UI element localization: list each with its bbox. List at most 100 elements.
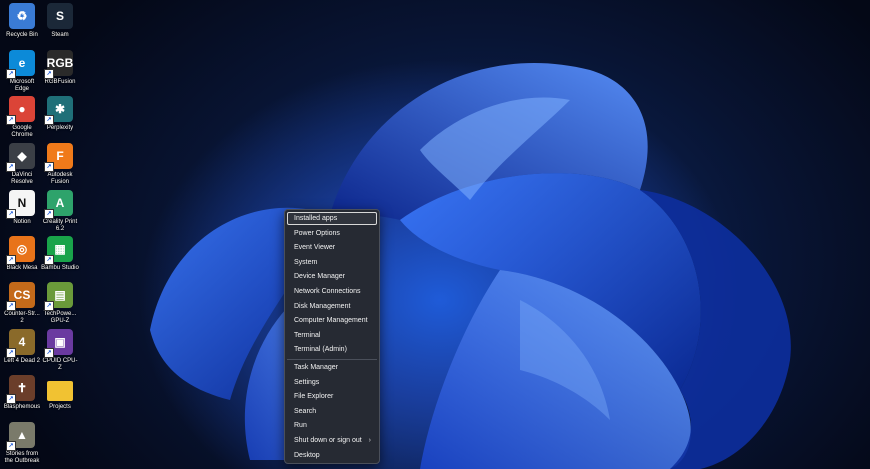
menu-item-label: Terminal (Admin) xyxy=(294,346,347,354)
menu-item-search[interactable]: Search xyxy=(287,405,377,418)
menu-item-disk-management[interactable]: Disk Management xyxy=(287,300,377,313)
shortcut-arrow-icon: ↗ xyxy=(6,69,16,79)
winx-context-menu: Installed apps Power Options Event Viewer S… xyxy=(284,209,380,464)
menu-item-label: Terminal xyxy=(294,331,321,339)
rgbfusion-icon: RGB ↗ xyxy=(44,50,73,79)
menu-item-shut-down-or-sign-out[interactable]: Shut down or sign out › xyxy=(287,434,377,447)
menu-item-label: Disk Management xyxy=(294,302,351,310)
desktop-icon-autodesk-fusion[interactable]: F ↗ Autodesk Fusion xyxy=(41,143,79,186)
counter-strike-2-icon: CS ↗ xyxy=(6,282,35,311)
desktop-icon-microsoft-edge[interactable]: e ↗ Microsoft Edge xyxy=(3,50,41,93)
desktop-icon-stories-from-the-outbreak[interactable]: ▲ ↗ Stories from the Outbreak xyxy=(3,422,41,465)
shortcut-arrow-icon: ↗ xyxy=(44,69,54,79)
menu-item-file-explorer[interactable]: File Explorer xyxy=(287,390,377,403)
menu-item-label: Shut down or sign out xyxy=(294,437,362,444)
stories-from-the-outbreak-icon: ▲ ↗ xyxy=(6,422,35,451)
shortcut-arrow-icon: ↗ xyxy=(6,255,16,265)
desktop-icon-label: Stories from the Outbreak xyxy=(4,451,40,464)
menu-item-label: File Explorer xyxy=(294,393,334,401)
shortcut-arrow-icon: ↗ xyxy=(6,301,16,311)
menu-item-computer-management[interactable]: Computer Management xyxy=(287,314,377,327)
notion-icon: N ↗ xyxy=(6,190,35,219)
desktop-icon-blasphemous[interactable]: ✝ ↗ Blasphemous xyxy=(3,375,41,411)
shortcut-arrow-icon: ↗ xyxy=(6,162,16,172)
desktop-icon-label: Black Mesa xyxy=(6,265,38,271)
desktop-icon-label: Autodesk Fusion xyxy=(47,172,73,185)
desktop-icon-perplexity[interactable]: ✱ ↗ Perplexity xyxy=(41,96,79,132)
menu-item-terminal[interactable]: Terminal xyxy=(287,329,377,342)
desktop-icon-steam[interactable]: S Steam xyxy=(41,3,79,39)
menu-item-event-viewer[interactable]: Event Viewer xyxy=(287,241,377,254)
desktop-icon-label: Left 4 Dead 2 xyxy=(3,358,41,364)
shortcut-arrow-icon: ↗ xyxy=(44,255,54,265)
menu-item-label: Desktop xyxy=(294,451,320,459)
google-chrome-icon: ● ↗ xyxy=(6,96,35,125)
menu-item-power-options[interactable]: Power Options xyxy=(287,227,377,240)
menu-item-terminal-admin[interactable]: Terminal (Admin) xyxy=(287,343,377,356)
desktop-icon-label: Notion xyxy=(13,219,31,225)
autodesk-fusion-icon: F ↗ xyxy=(44,143,73,172)
desktop-icon-label: Bambu Studio xyxy=(41,265,79,271)
desktop-icon-google-chrome[interactable]: ● ↗ Google Chrome xyxy=(3,96,41,139)
menu-item-label: Power Options xyxy=(294,229,340,237)
desktop-icon-davinci-resolve[interactable]: ◆ ↗ DaVinci Resolve xyxy=(3,143,41,186)
desktop-icon-creality-print[interactable]: A ↗ Creality Print 6.2 xyxy=(41,190,79,233)
menu-item-label: Network Connections xyxy=(294,288,361,295)
black-mesa-icon: ◎ ↗ xyxy=(6,236,35,265)
desktop-icon-rgbfusion[interactable]: RGB ↗ RGBFusion xyxy=(41,50,79,86)
wallpaper-bloom xyxy=(150,63,791,469)
menu-item-device-manager[interactable]: Device Manager xyxy=(287,270,377,283)
left-4-dead-2-icon: 4 ↗ xyxy=(6,329,35,358)
shortcut-arrow-icon: ↗ xyxy=(6,348,16,358)
techpowerup-gpu-z-icon: ▤ ↗ xyxy=(44,282,73,311)
shortcut-arrow-icon: ↗ xyxy=(44,301,54,311)
desktop-icon-label: DaVinci Resolve xyxy=(11,172,33,185)
menu-item-installed-apps[interactable]: Installed apps xyxy=(287,212,377,225)
desktop-icon-counter-strike-2[interactable]: CS ↗ Counter-Str... 2 xyxy=(3,282,41,325)
menu-item-label: System xyxy=(294,258,318,266)
desktop-icon-label: Creality Print 6.2 xyxy=(42,219,78,232)
menu-item-task-manager[interactable]: Task Manager xyxy=(287,361,377,374)
desktop-icon-cpuid-cpu-z[interactable]: ▣ ↗ CPUID CPU-Z xyxy=(41,329,79,372)
microsoft-edge-icon: e ↗ xyxy=(6,50,35,79)
desktop-icon-recycle-bin[interactable]: ♻ Recycle Bin xyxy=(3,3,41,39)
shortcut-arrow-icon: ↗ xyxy=(44,348,54,358)
desktop-icon-techpowerup-gpu-z[interactable]: ▤ ↗ TechPowe... GPU-Z xyxy=(41,282,79,325)
desktop-icon-bambu-studio[interactable]: ▦ ↗ Bambu Studio xyxy=(41,236,79,272)
shortcut-arrow-icon: ↗ xyxy=(44,209,54,219)
menu-separator xyxy=(287,359,377,360)
creality-print-icon: A ↗ xyxy=(44,190,73,219)
desktop-icon-projects[interactable]: Projects xyxy=(41,375,79,411)
shortcut-arrow-icon: ↗ xyxy=(44,115,54,125)
projects-icon xyxy=(47,381,73,401)
menu-item-run[interactable]: Run xyxy=(287,419,377,432)
desktop-icon-label: Microsoft Edge xyxy=(9,79,35,92)
desktop-icon-label: Perplexity xyxy=(46,125,74,131)
menu-item-label: Device Manager xyxy=(294,273,345,281)
cpuid-cpu-z-icon: ▣ ↗ xyxy=(44,329,73,358)
steam-icon: S xyxy=(47,3,73,29)
desktop-icon-label: Blasphemous xyxy=(3,404,41,410)
menu-item-desktop[interactable]: Desktop xyxy=(287,449,377,462)
desktop-icon-black-mesa[interactable]: ◎ ↗ Black Mesa xyxy=(3,236,41,272)
menu-item-system[interactable]: System xyxy=(287,256,377,269)
menu-item-label: Installed apps xyxy=(294,215,338,222)
menu-item-label: Settings xyxy=(294,378,320,386)
menu-item-label: Task Manager xyxy=(294,364,338,371)
desktop-icon-left-4-dead-2[interactable]: 4 ↗ Left 4 Dead 2 xyxy=(3,329,41,365)
chevron-right-icon: › xyxy=(368,437,371,444)
desktop-icon-label: TechPowe... GPU-Z xyxy=(43,311,77,324)
shortcut-arrow-icon: ↗ xyxy=(6,441,16,451)
desktop-icon-label: Steam xyxy=(51,32,69,38)
menu-item-label: Run xyxy=(294,422,307,430)
shortcut-arrow-icon: ↗ xyxy=(6,394,16,404)
bambu-studio-icon: ▦ ↗ xyxy=(44,236,73,265)
menu-item-settings[interactable]: Settings xyxy=(287,376,377,389)
menu-item-label: Search xyxy=(294,407,317,415)
perplexity-icon: ✱ ↗ xyxy=(44,96,73,125)
shortcut-arrow-icon: ↗ xyxy=(6,115,16,125)
desktop[interactable]: ♻ Recycle Bin S Steam e ↗ Microsoft Edge RGB ↗ RG… xyxy=(0,0,870,469)
menu-item-network-connections[interactable]: Network Connections xyxy=(287,285,377,298)
shortcut-arrow-icon: ↗ xyxy=(44,162,54,172)
desktop-icon-notion[interactable]: N ↗ Notion xyxy=(3,190,41,226)
